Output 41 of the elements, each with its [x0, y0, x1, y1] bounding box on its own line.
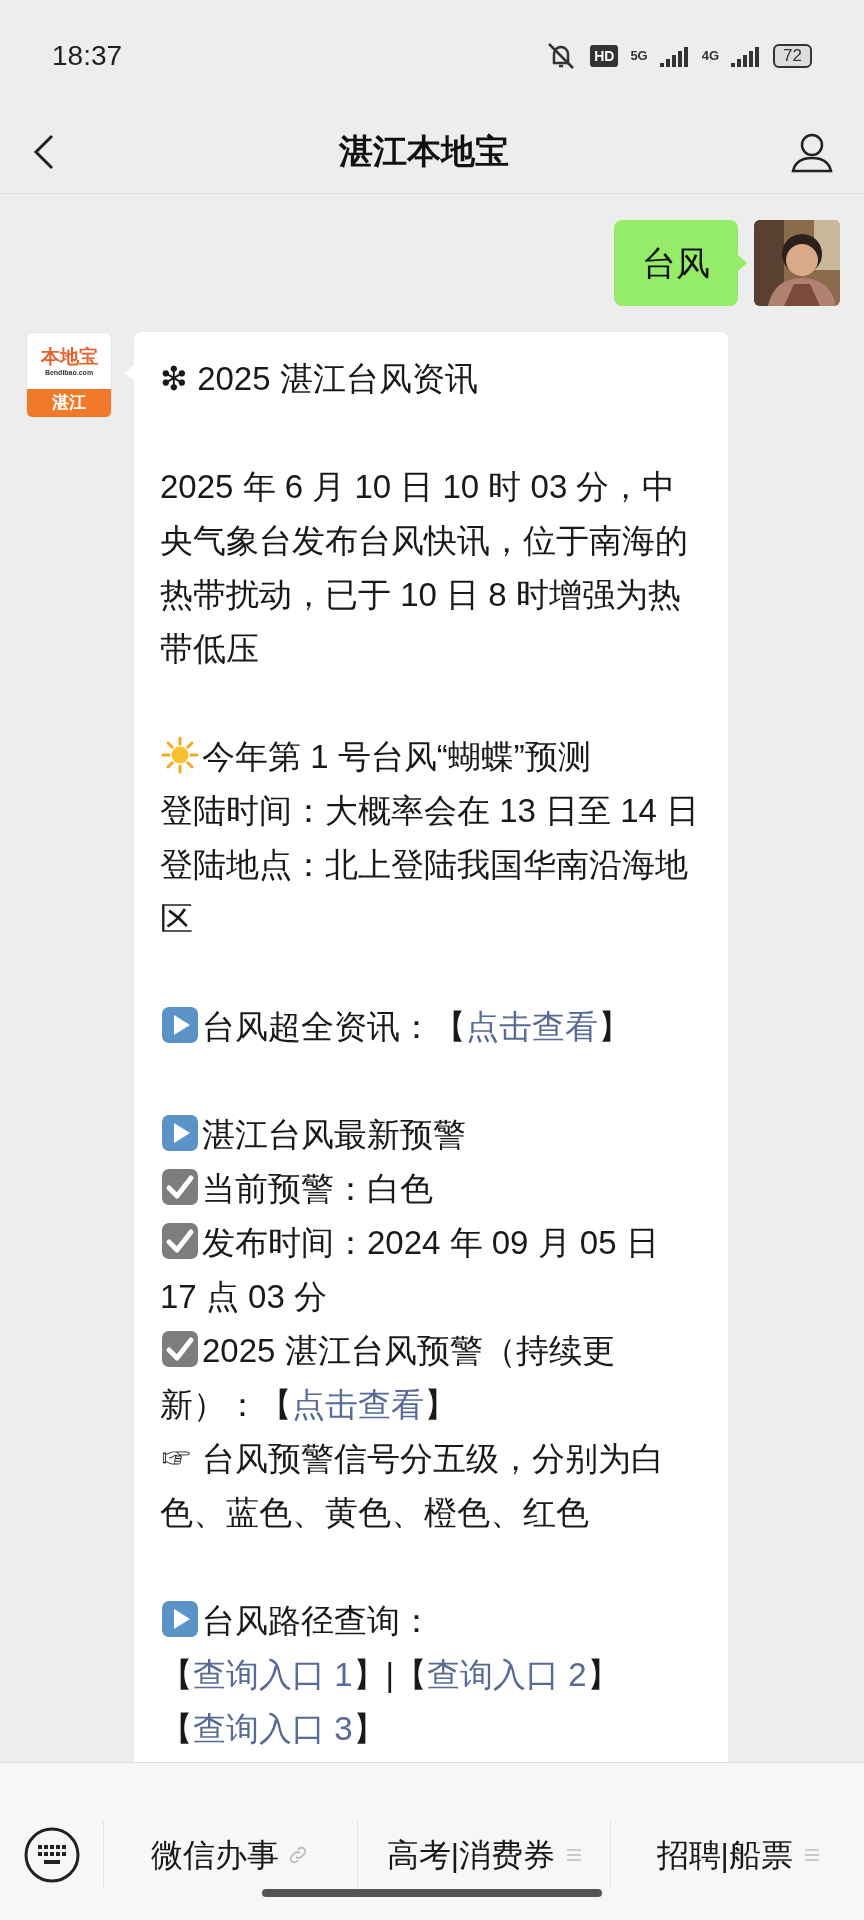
message-line: 登陆地点：北上登陆我国华南沿海地区	[160, 845, 689, 939]
battery-indicator: 72	[773, 44, 812, 68]
menu-tab[interactable]: 招聘|船票	[611, 1821, 864, 1889]
message-line: 台风路径查询：	[160, 1594, 702, 1648]
message-link[interactable]: 查询入口 2	[427, 1656, 587, 1693]
message-link[interactable]: 查询入口 1	[193, 1656, 353, 1693]
message-line: 【查询入口 3】	[160, 1709, 387, 1749]
message-link[interactable]: 查询入口 3	[193, 1710, 353, 1747]
menu-icon	[804, 1848, 819, 1862]
message-line: 台风超全资讯：【点击查看】	[160, 1000, 702, 1054]
menu-icon	[567, 1848, 582, 1862]
message-line: 当前预警：白色	[160, 1162, 702, 1216]
message-line: 今年第 1 号台风“蝴蝶”预测	[160, 730, 702, 784]
message-line: ☞ 台风预警信号分五级，分别为白色、蓝色、黄色、橙色、红色	[160, 1439, 666, 1533]
network-label: 5G	[630, 47, 648, 66]
logo-text: 本地宝	[40, 346, 98, 366]
message-line: 【查询入口 1】|【查询入口 2】	[160, 1655, 621, 1695]
check-icon	[160, 1329, 200, 1369]
signal-icon	[659, 45, 690, 67]
message-line: 湛江台风最新预警	[160, 1108, 702, 1162]
message-line: 2025 年 6 月 10 日 10 时 03 分，中央气象台发布台风快讯，位于南海的热带扰动，已于 10 日 8 时增强为热带低压	[160, 467, 689, 669]
check-icon	[160, 1221, 200, 1261]
play-icon	[160, 1005, 200, 1045]
message-line: 登陆时间：大概率会在 13 日至 14 日	[160, 791, 701, 831]
keyboard-icon	[23, 1827, 80, 1883]
message-link[interactable]: 点击查看	[292, 1386, 424, 1423]
chat-title: 湛江本地宝	[339, 131, 509, 172]
logo-city: 湛江	[27, 389, 111, 417]
hd-badge: HD	[590, 45, 619, 67]
signal-icon	[731, 45, 762, 67]
network-label: 4G	[701, 47, 720, 66]
message-line: 发布时间：2024 年 09 月 05 日 17 点 03 分	[160, 1216, 702, 1324]
message-link[interactable]: 点击查看	[466, 1008, 598, 1045]
status-time: 18:37	[52, 39, 123, 73]
message-line: ❇ 2025 湛江台风资讯	[160, 359, 479, 399]
sun-icon	[160, 735, 200, 775]
play-icon	[160, 1113, 200, 1153]
play-icon	[160, 1599, 200, 1639]
message-bubble: 台风	[614, 220, 738, 306]
check-icon	[160, 1167, 200, 1207]
message-line: 2025 湛江台风预警（持续更新）：【点击查看】	[160, 1324, 702, 1432]
